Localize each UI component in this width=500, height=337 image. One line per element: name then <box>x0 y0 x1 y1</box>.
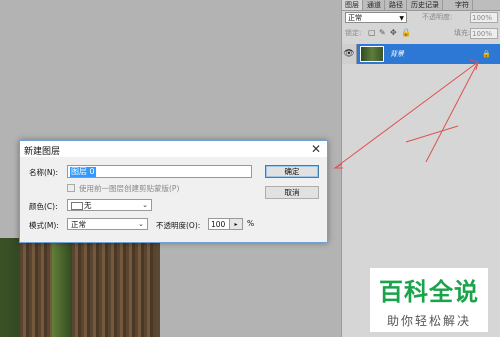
mode-label: 模式(M): <box>29 221 59 230</box>
layer-lock-icon: 🔒 <box>482 50 491 58</box>
tree-trunk <box>72 238 156 337</box>
tab-layers[interactable]: 图层 <box>342 0 363 10</box>
canvas-image <box>0 238 160 337</box>
color-select[interactable]: 无 ⌄ <box>67 199 152 211</box>
color-swatch <box>71 202 83 210</box>
lock-position-icon[interactable]: ✥ <box>390 28 397 37</box>
mode-select[interactable]: 正常 ⌄ <box>67 218 148 230</box>
new-layer-dialog: 新建图层 ✕ 名称(N): 图层 0 使用前一图层创建剪贴蒙版(P) 颜色(C)… <box>19 140 328 243</box>
opacity-input[interactable]: 100 <box>208 218 230 230</box>
layer-row-background[interactable]: 👁 背景 🔒 <box>342 44 500 64</box>
ok-button[interactable]: 确定 <box>265 165 319 178</box>
lock-transparency-icon[interactable]: ▢ <box>368 28 376 37</box>
chevron-down-icon: ⌄ <box>138 220 144 228</box>
layer-name-value: 图层 0 <box>70 167 96 177</box>
fill-input[interactable]: 100% <box>470 28 498 39</box>
watermark-logo: 百科全说 助你轻松解决 <box>370 268 488 332</box>
tab-paths[interactable]: 路径 <box>386 0 407 10</box>
panel-tabs: 图层 通道 路径 历史记录 字符 <box>342 0 500 11</box>
blend-mode-select[interactable]: 正常 ▼ <box>345 12 407 23</box>
tree-trunk <box>20 238 52 337</box>
dialog-title: 新建图层 <box>24 147 61 157</box>
blend-mode-value: 正常 <box>348 14 362 22</box>
mode-value: 正常 <box>71 220 86 229</box>
cancel-button[interactable]: 取消 <box>265 186 319 199</box>
opacity-label: 不透明度: <box>422 13 453 21</box>
name-label: 名称(N): <box>29 168 58 177</box>
watermark-title: 百科全说 <box>379 278 479 306</box>
dialog-body: 名称(N): 图层 0 使用前一图层创建剪贴蒙版(P) 颜色(C): 无 ⌄ 模… <box>20 157 327 242</box>
layer-name: 背景 <box>390 50 404 58</box>
lock-pixels-icon[interactable]: ✎ <box>379 28 386 37</box>
layer-thumbnail <box>360 46 384 62</box>
tab-character[interactable]: 字符 <box>452 0 473 10</box>
clipping-mask-checkbox[interactable] <box>67 184 75 192</box>
opacity-input[interactable]: 100% <box>470 12 498 23</box>
watermark-subtitle: 助你轻松解决 <box>386 314 471 328</box>
color-value: 无 <box>84 201 92 210</box>
chevron-down-icon: ▼ <box>399 15 404 22</box>
tab-history[interactable]: 历史记录 <box>408 0 443 10</box>
lock-all-icon[interactable]: 🔒 <box>401 28 411 37</box>
eye-icon[interactable]: 👁 <box>342 44 357 64</box>
fill-label: 填充: <box>454 29 471 37</box>
close-icon[interactable]: ✕ <box>311 142 321 156</box>
opacity-slider-toggle[interactable]: ▸ <box>230 218 243 230</box>
percent-sign: % <box>247 219 255 228</box>
tab-channels[interactable]: 通道 <box>364 0 385 10</box>
color-label: 颜色(C): <box>29 202 58 211</box>
chevron-down-icon: ⌄ <box>142 201 148 209</box>
opacity-label: 不透明度(O): <box>156 221 201 230</box>
clipping-mask-label: 使用前一图层创建剪贴蒙版(P) <box>79 184 180 193</box>
lock-label: 锁定: <box>345 29 362 37</box>
layer-name-input[interactable]: 图层 0 <box>67 165 252 178</box>
